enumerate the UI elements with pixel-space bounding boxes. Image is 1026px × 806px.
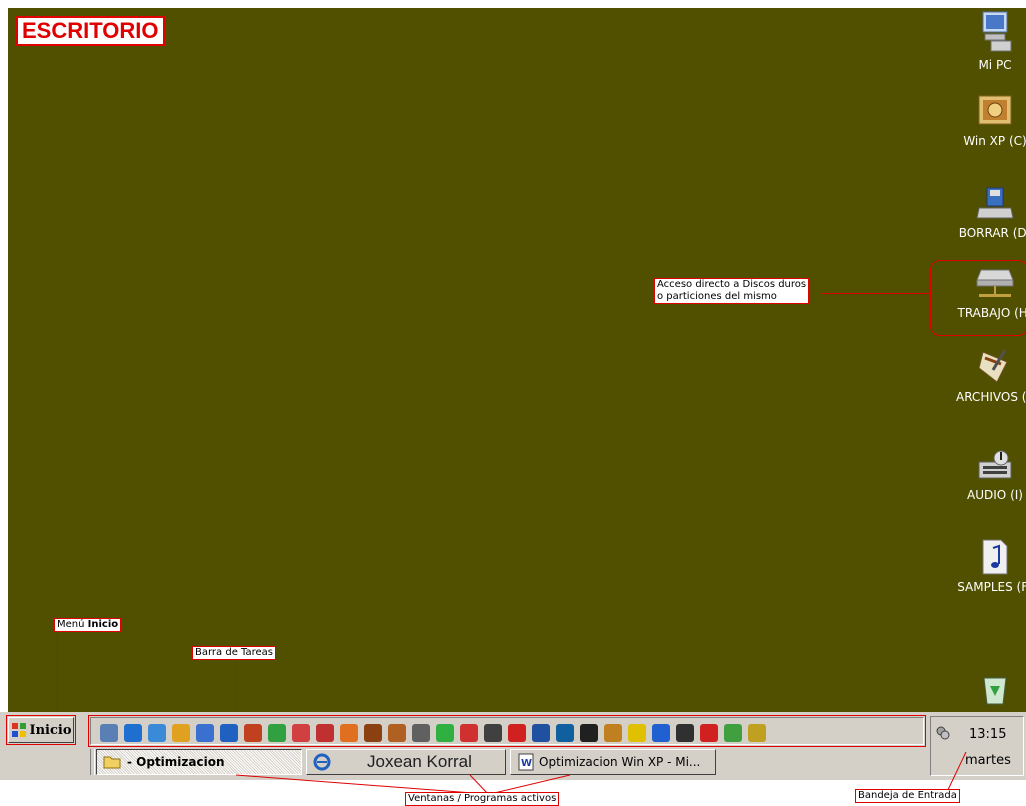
taskbar: Inicio 13:15 martes - Optimizacion Joxea…	[0, 712, 1026, 795]
annotation-ventanas: Ventanas / Programas activos	[405, 792, 560, 806]
annotation-menu-prefix: Menú	[57, 619, 88, 630]
annotation-connector	[235, 661, 236, 712]
annotation-barra-tareas: Barra de Tareas	[192, 646, 276, 660]
trabajo-highlight-box	[930, 260, 1026, 336]
desktop-icon-my-computer[interactable]: Mi PC	[940, 10, 1026, 72]
desktop-icon-win-xp-c[interactable]: Win XP (C)	[940, 94, 1026, 148]
audio-drive-icon	[978, 450, 1012, 479]
recycle-bin-icon	[983, 677, 1007, 705]
desktop-title-label: ESCRITORIO	[16, 16, 165, 46]
desktop-icon-label: SAMPLES (F)	[957, 580, 1026, 594]
desktop-icon-label: Win XP (C)	[963, 134, 1026, 148]
desktop-background[interactable]: ESCRITORIO Mi PC Win XP (C) BORRAR (D) T…	[8, 8, 1026, 712]
annotation-discos: Acceso directo a Discos duros o particio…	[654, 278, 810, 304]
desktop-icon-label: AUDIO (I)	[967, 488, 1023, 502]
annotation-discos-line2: o particiones del mismo	[657, 291, 777, 302]
desktop-icon-label: BORRAR (D)	[958, 226, 1026, 240]
desktop-icon-borrar-d[interactable]: BORRAR (D)	[940, 186, 1026, 240]
annotation-menu-inicio: Menú Inicio	[54, 618, 122, 632]
archive-icon	[978, 349, 1008, 383]
annotation-discos-line1: Acceso directo a Discos duros	[657, 279, 807, 290]
desktop-icon-label: Mi PC	[978, 58, 1012, 72]
desktop-icon-recycle-bin[interactable]	[940, 672, 1026, 710]
music-note-icon	[982, 539, 1008, 575]
desktop-icon-label: ARCHIVOS (E	[955, 390, 1026, 404]
annotation-bandeja: Bandeja de Entrada	[855, 789, 960, 803]
hard-drive-icon	[978, 95, 1012, 125]
annotation-connector	[57, 633, 58, 712]
annotation-connector	[822, 293, 930, 294]
desktop-icon-archivos-e[interactable]: ARCHIVOS (E	[940, 346, 1026, 404]
desktop-icon-samples-f[interactable]: SAMPLES (F)	[940, 538, 1026, 594]
desktop-icon-audio-i[interactable]: AUDIO (I)	[940, 448, 1026, 502]
drive-icon	[976, 187, 1014, 219]
my-computer-icon	[982, 11, 1012, 52]
annotation-menu-bold: Inicio	[87, 619, 119, 630]
